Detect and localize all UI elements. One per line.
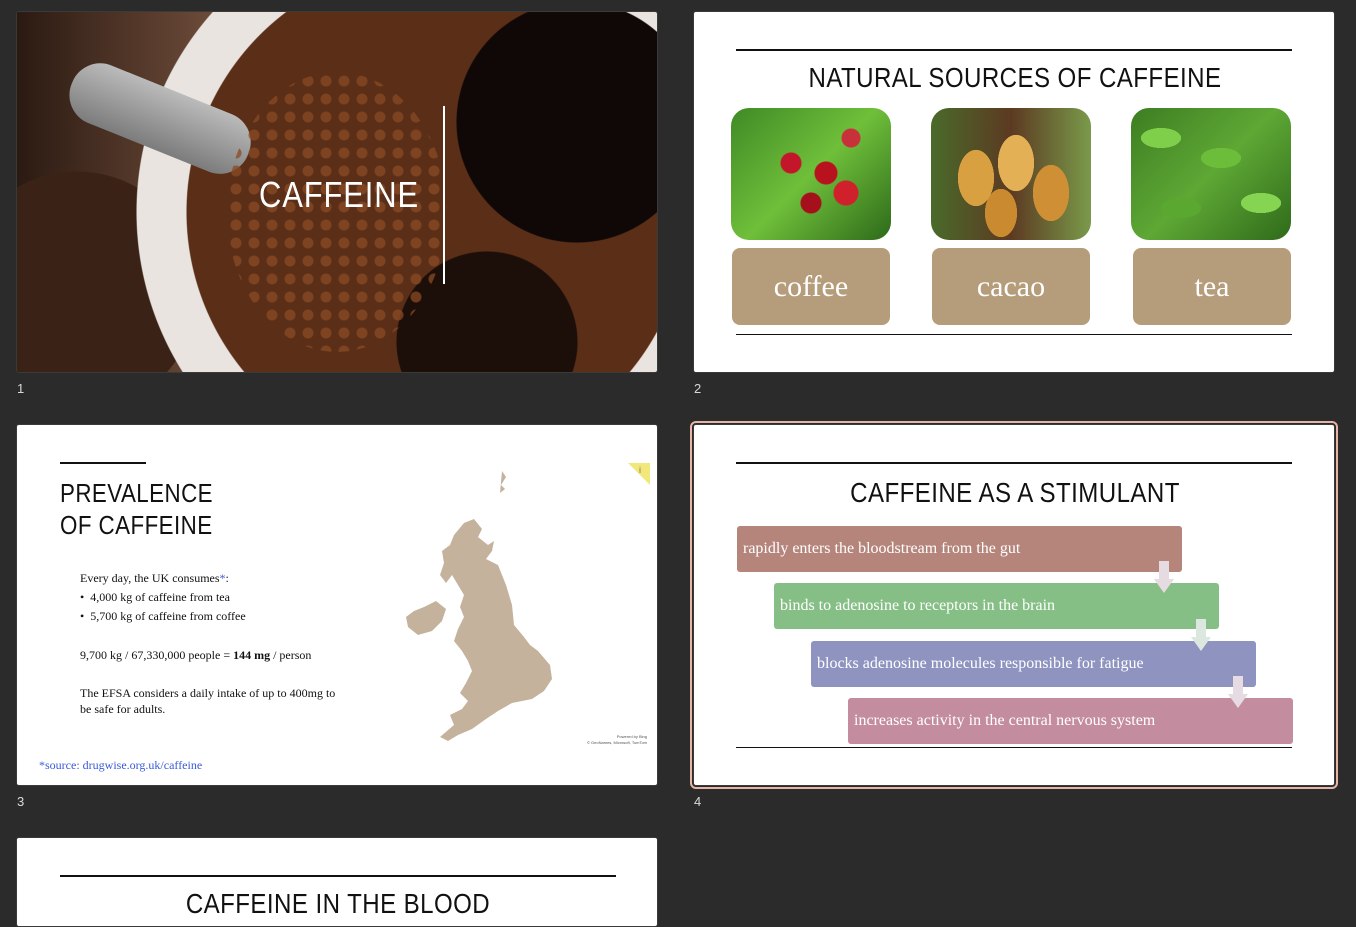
slide-thumbnail-5[interactable]: CAFFEINE IN THE BLOOD bbox=[16, 837, 658, 927]
bullet-tea: • 4,000 kg of caffeine from tea bbox=[80, 590, 230, 604]
coffee-label: coffee bbox=[732, 248, 890, 325]
slide-number-1: 1 bbox=[17, 381, 25, 396]
step-2: binds to adenosine to receptors in the b… bbox=[774, 583, 1219, 629]
info-icon-glyph: i bbox=[639, 465, 641, 475]
top-rule bbox=[60, 875, 616, 877]
intro-main: Every day, the UK consumes bbox=[80, 571, 220, 585]
bullet-coffee-text: 5,700 kg of caffeine from coffee bbox=[90, 609, 246, 623]
bottom-rule bbox=[736, 747, 1292, 748]
map-credit: Powered by Bing © GeoNames, Microsoft, T… bbox=[585, 734, 647, 746]
top-rule bbox=[736, 49, 1292, 51]
slide-thumbnail-1[interactable]: CAFFEINE bbox=[16, 11, 658, 373]
tea-label: tea bbox=[1133, 248, 1291, 325]
down-arrow-icon bbox=[1154, 561, 1174, 593]
slide-number-4: 4 bbox=[694, 794, 702, 809]
step-1: rapidly enters the bloodstream from the … bbox=[737, 526, 1182, 572]
slide-1-title: CAFFEINE bbox=[259, 174, 419, 215]
cacao-label: cacao bbox=[932, 248, 1090, 325]
slide-5-title: CAFFEINE IN THE BLOOD bbox=[185, 888, 491, 919]
calc-result: 144 mg bbox=[233, 648, 271, 662]
intro-text: Every day, the UK consumes*: bbox=[80, 571, 229, 586]
intro-colon: : bbox=[225, 571, 229, 585]
slide-3-title: PREVALENCE OF CAFFEINE bbox=[60, 477, 213, 541]
slide-thumbnail-3[interactable]: PREVALENCE OF CAFFEINE Every day, the UK… bbox=[16, 424, 658, 786]
info-icon[interactable]: i bbox=[628, 463, 650, 485]
slide-2-title: NATURAL SOURCES OF CAFFEINE bbox=[808, 62, 1222, 93]
cacao-pods-photo bbox=[931, 108, 1091, 240]
step-4: increases activity in the central nervou… bbox=[848, 698, 1293, 744]
bullet-coffee: • 5,700 kg of caffeine from coffee bbox=[80, 609, 246, 623]
step-3: blocks adenosine molecules responsible f… bbox=[811, 641, 1256, 687]
source-link[interactable]: *source: drugwise.org.uk/caffeine bbox=[39, 758, 202, 773]
down-arrow-icon bbox=[1191, 619, 1211, 651]
slide-number-2: 2 bbox=[694, 381, 702, 396]
title-divider bbox=[443, 106, 445, 284]
top-rule bbox=[736, 462, 1292, 464]
down-arrow-icon bbox=[1228, 676, 1248, 708]
bullet-tea-text: 4,000 kg of caffeine from tea bbox=[90, 590, 230, 604]
calc-prefix: 9,700 kg / 67,330,000 people = bbox=[80, 648, 234, 662]
calculation-text: 9,700 kg / 67,330,000 people = 144 mg / … bbox=[80, 648, 311, 663]
uk-map bbox=[406, 471, 552, 741]
tea-leaves-photo bbox=[1131, 108, 1291, 240]
coffee-cherries-photo bbox=[731, 108, 891, 240]
slide-thumbnail-4[interactable]: CAFFEINE AS A STIMULANT rapidly enters t… bbox=[690, 421, 1338, 789]
slide-number-3: 3 bbox=[17, 794, 25, 809]
title-rule bbox=[60, 462, 146, 464]
bottom-rule bbox=[736, 334, 1292, 335]
map-credit-line-2: © GeoNames, Microsoft, TomTom bbox=[587, 740, 647, 745]
slide-4-title: CAFFEINE AS A STIMULANT bbox=[850, 477, 1180, 508]
efsa-line-1: The EFSA considers a daily intake of up … bbox=[80, 686, 336, 700]
title-line-1: PREVALENCE bbox=[60, 478, 214, 508]
calc-suffix: / person bbox=[270, 648, 312, 662]
slide-thumbnail-2[interactable]: NATURAL SOURCES OF CAFFEINE coffee cacao… bbox=[693, 11, 1335, 373]
efsa-line-2: be safe for adults. bbox=[80, 702, 166, 716]
title-line-2: OF CAFFEINE bbox=[60, 510, 213, 540]
